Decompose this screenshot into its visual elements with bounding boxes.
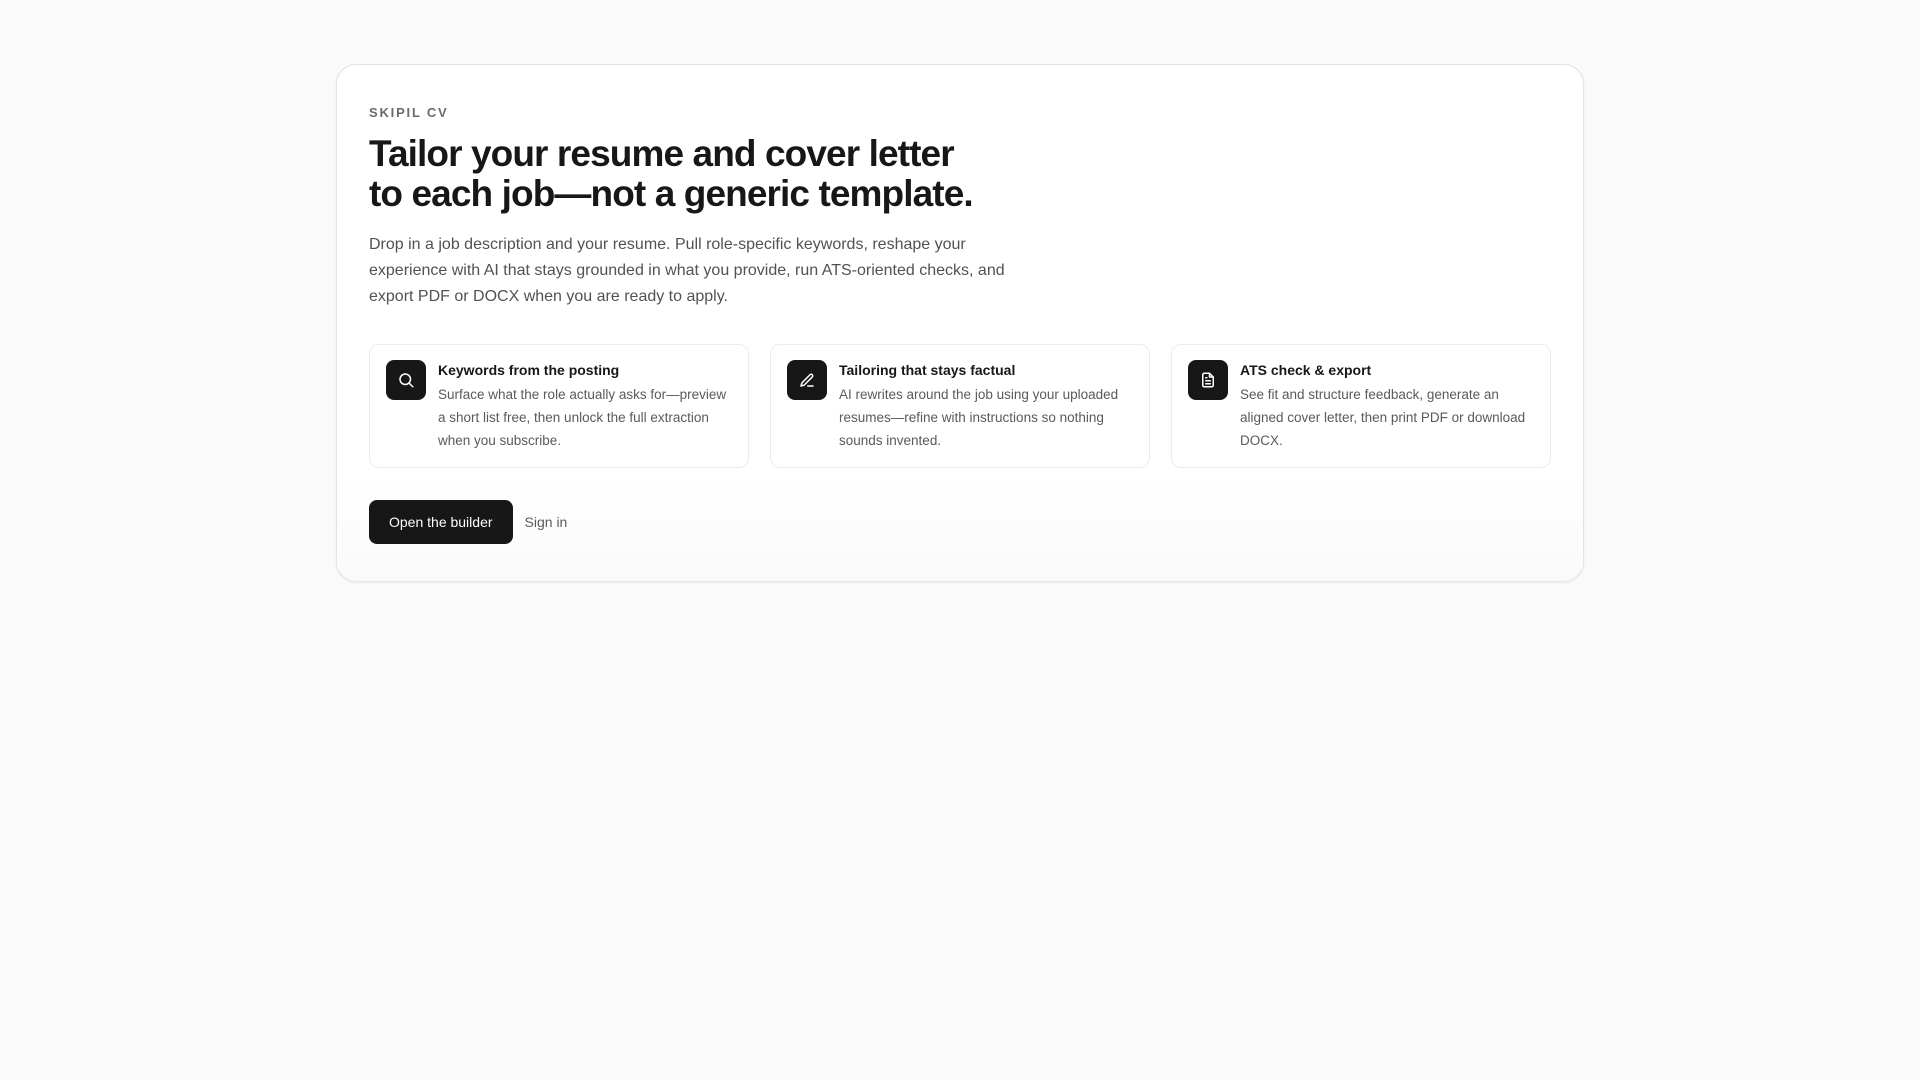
feature-description: Surface what the role actually asks for—… <box>438 387 727 448</box>
document-icon <box>1188 360 1228 400</box>
pencil-icon <box>787 360 827 400</box>
feature-description: See fit and structure feedback, generate… <box>1240 387 1526 448</box>
feature-card-ats-export: ATS check & export See fit and structure… <box>1171 344 1551 468</box>
hero-description: Drop in a job description and your resum… <box>369 236 1005 305</box>
feature-title: Keywords from the posting <box>438 362 620 378</box>
sign-in-link[interactable]: Sign in <box>525 514 568 530</box>
feature-text: ATS check & export See fit and structure… <box>1240 360 1534 467</box>
feature-text: Keywords from the posting Surface what t… <box>438 360 732 467</box>
feature-card-tailoring: Tailoring that stays factual AI rewrites… <box>770 344 1150 468</box>
hero-actions: Open the builder Sign in <box>369 500 1551 544</box>
feature-list: Keywords from the posting Surface what t… <box>369 344 1551 468</box>
feature-text: Tailoring that stays factual AI rewrites… <box>839 360 1133 467</box>
headline-line-2: to each job—not a generic template. <box>369 173 974 214</box>
feature-card-keywords: Keywords from the posting Surface what t… <box>369 344 749 468</box>
brand-eyebrow: SKIPIL CV <box>369 105 449 120</box>
page-title: Tailor your resume and cover letter to e… <box>369 134 1551 214</box>
feature-title: Tailoring that stays factual <box>839 362 1016 378</box>
search-icon <box>386 360 426 400</box>
headline-line-1: Tailor your resume and cover letter <box>369 133 955 174</box>
hero-card: SKIPIL CV Tailor your resume and cover l… <box>336 64 1584 582</box>
feature-description: AI rewrites around the job using your up… <box>839 387 1119 448</box>
open-builder-button[interactable]: Open the builder <box>369 500 513 544</box>
feature-title: ATS check & export <box>1240 362 1372 378</box>
